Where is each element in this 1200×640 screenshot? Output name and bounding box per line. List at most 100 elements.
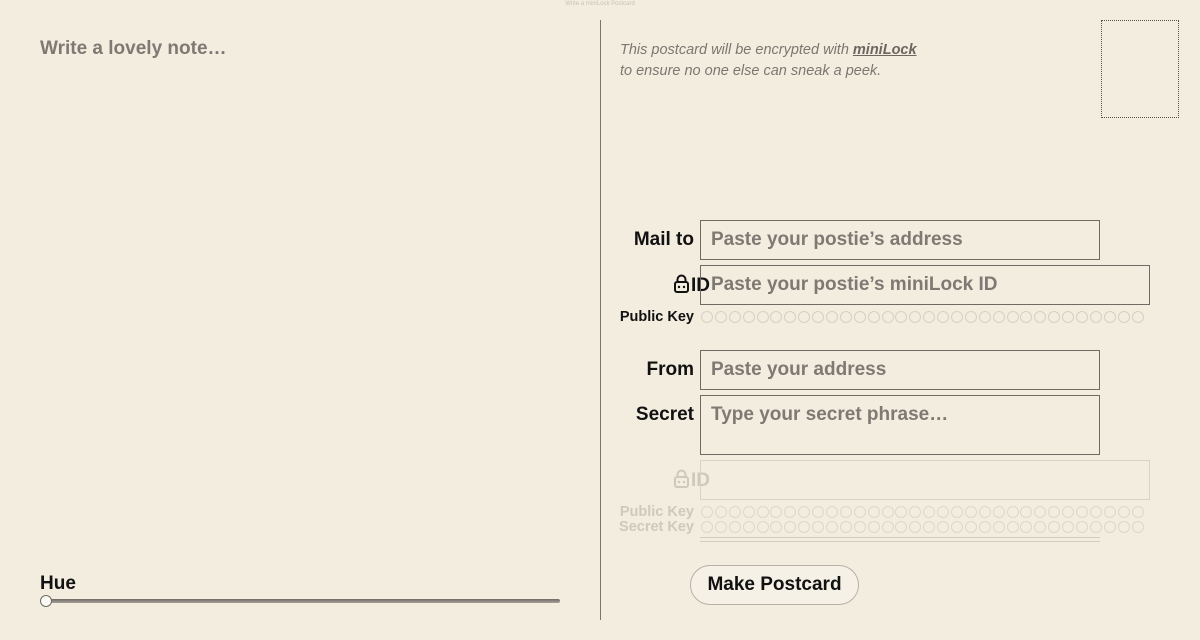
mail-to-input[interactable] [700, 220, 1100, 260]
key-dot [770, 311, 783, 323]
key-dot [1131, 311, 1144, 323]
key-dot [756, 506, 769, 518]
key-dot [909, 521, 922, 533]
make-postcard-button[interactable]: Make Postcard [690, 565, 859, 605]
key-underline [700, 537, 1100, 542]
key-dot [701, 506, 713, 518]
key-dot [1034, 506, 1047, 518]
key-dot [881, 521, 894, 533]
key-dot [756, 311, 769, 323]
key-dot [923, 506, 936, 518]
key-dot [923, 521, 936, 533]
key-dot [978, 521, 991, 533]
key-dot [964, 521, 977, 533]
page-caption: Write a miniLock Postcard [565, 1, 635, 7]
secret-phrase-input[interactable] [700, 395, 1100, 455]
key-dot [701, 521, 713, 533]
key-dot [951, 506, 964, 518]
key-dot [1034, 521, 1047, 533]
key-dot [951, 311, 964, 323]
key-dot [839, 521, 852, 533]
key-dot [1103, 506, 1116, 518]
key-dot [978, 506, 991, 518]
key-dot [895, 521, 908, 533]
key-dot [853, 521, 866, 533]
key-dot [853, 311, 866, 323]
key-dot [1048, 521, 1061, 533]
key-dot [1131, 506, 1144, 518]
key-dot [937, 521, 950, 533]
key-dot [1089, 311, 1102, 323]
from-input[interactable] [700, 350, 1100, 390]
key-dot [964, 506, 977, 518]
key-dot [701, 311, 713, 323]
key-dot [1117, 311, 1130, 323]
key-dot [1076, 521, 1089, 533]
key-dot [1062, 506, 1075, 518]
encryption-notice: This postcard will be encrypted with min… [620, 40, 917, 82]
notice-text: This postcard will be encrypted with [620, 42, 853, 58]
key-dot [881, 311, 894, 323]
sender-secret-key-dots [701, 521, 1146, 533]
recipient-public-key-label: Public Key [619, 309, 694, 325]
key-dot [1117, 521, 1130, 533]
key-dot [839, 311, 852, 323]
key-dot [923, 311, 936, 323]
recipient-minilock-id-input[interactable] [700, 265, 1150, 305]
key-dot [770, 506, 783, 518]
key-dot [798, 311, 811, 323]
key-dot [978, 311, 991, 323]
hue-label: Hue [40, 573, 76, 594]
sender-public-key-label: Public Key [619, 504, 694, 520]
key-dot [992, 521, 1005, 533]
key-dot [812, 506, 825, 518]
stamp-box [1101, 20, 1179, 118]
note-textarea[interactable] [30, 30, 570, 560]
key-dot [812, 311, 825, 323]
key-dot [1048, 506, 1061, 518]
sender-minilock-id-display [700, 460, 1150, 500]
recipient-public-key-dots [701, 311, 1146, 323]
sender-secret-key-label: Secret Key [619, 519, 694, 535]
key-dot [1089, 521, 1102, 533]
postcard-divider [600, 20, 601, 620]
key-dot [867, 311, 880, 323]
key-dot [784, 311, 797, 323]
lock-icon [674, 274, 689, 293]
key-dot [1048, 311, 1061, 323]
key-dot [1062, 521, 1075, 533]
key-dot [1062, 311, 1075, 323]
hue-slider-track[interactable] [42, 599, 560, 603]
key-dot [1006, 506, 1019, 518]
secret-label: Secret [635, 404, 694, 425]
key-dot [742, 311, 755, 323]
key-dot [909, 311, 922, 323]
key-dot [951, 521, 964, 533]
key-dot [826, 311, 839, 323]
key-dot [937, 311, 950, 323]
key-dot [867, 521, 880, 533]
key-dot [1103, 521, 1116, 533]
key-dot [992, 311, 1005, 323]
minilock-link[interactable]: miniLock [853, 42, 917, 58]
key-dot [1117, 506, 1130, 518]
key-dot [826, 521, 839, 533]
key-dot [1089, 506, 1102, 518]
lock-icon [674, 469, 689, 488]
key-dot [742, 506, 755, 518]
key-dot [784, 506, 797, 518]
hue-slider-thumb[interactable] [40, 595, 52, 607]
key-dot [784, 521, 797, 533]
notice-text-line2: to ensure no one else can sneak a peek. [620, 63, 882, 79]
mail-to-label: Mail to [633, 229, 694, 250]
key-dot [1103, 311, 1116, 323]
key-dot [714, 506, 727, 518]
key-dot [909, 506, 922, 518]
key-dot [937, 506, 950, 518]
key-dot [839, 506, 852, 518]
key-dot [728, 521, 741, 533]
key-dot [1006, 311, 1019, 323]
key-dot [1006, 521, 1019, 533]
key-dot [867, 506, 880, 518]
key-dot [1034, 311, 1047, 323]
